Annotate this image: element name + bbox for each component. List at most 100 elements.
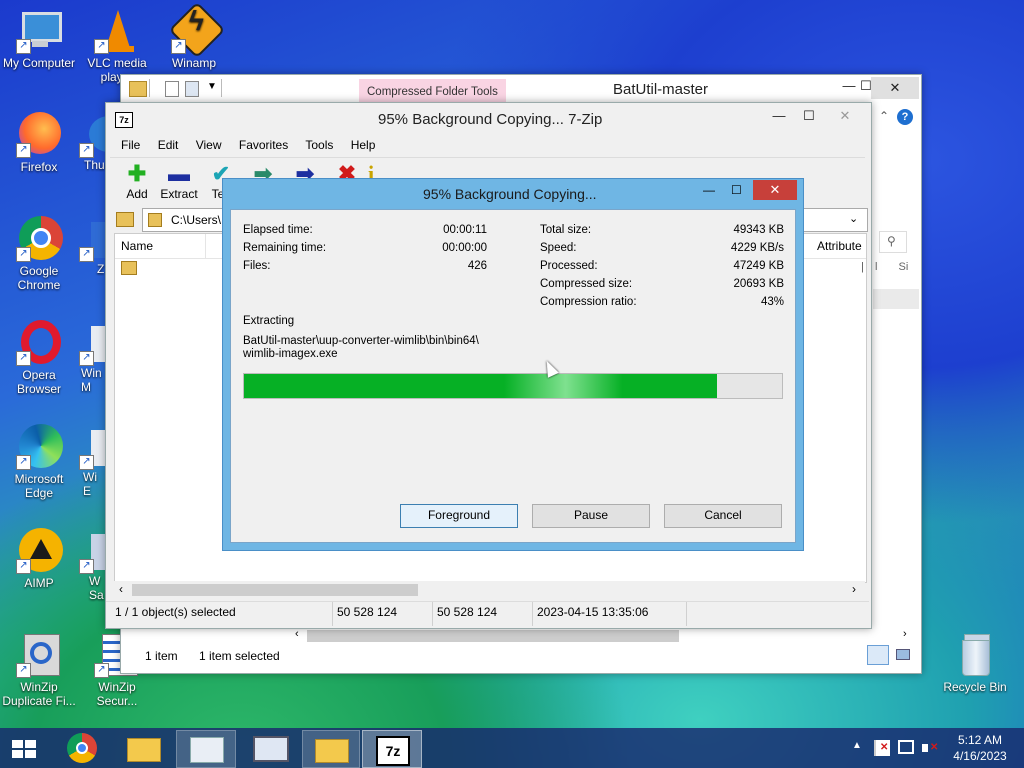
- taskbar-7zip[interactable]: 7z: [362, 730, 422, 768]
- divider: [149, 79, 150, 97]
- desktop-icon-thunderbird[interactable]: ↗ Thu: [79, 112, 107, 172]
- pause-button[interactable]: Pause: [532, 504, 650, 528]
- desktop-icon-winzip-duplicate[interactable]: ↗ WinZip Duplicate Fi...: [1, 632, 77, 708]
- shortcut-arrow-icon: ↗: [16, 143, 31, 158]
- menu-edit[interactable]: Edit: [158, 138, 179, 152]
- shortcut-arrow-icon: ↗: [16, 351, 31, 366]
- scroll-right-icon[interactable]: ›: [852, 582, 856, 596]
- show-hidden-icons-button[interactable]: ▲: [852, 740, 862, 751]
- remaining-time-value: 00:00:00: [442, 242, 487, 254]
- monitor-icon: [253, 736, 289, 762]
- divider: [110, 157, 865, 158]
- progress-dialog[interactable]: 95% Background Copying... — ☐ ✕ Elapsed …: [222, 178, 804, 551]
- desktop-icon-winamp[interactable]: ϟ ↗ Winamp: [156, 1, 232, 70]
- firefox-icon: ↗: [16, 112, 62, 158]
- clock-time: 5:12 AM: [957, 733, 1003, 747]
- speed-value: 4229 KB/s: [730, 242, 784, 254]
- shortcut-arrow-icon: ↗: [171, 39, 186, 54]
- shortcut-arrow-icon: ↗: [79, 351, 94, 366]
- dialog-close-button[interactable]: ✕: [753, 180, 797, 200]
- action-center-flag-icon[interactable]: ✕: [874, 740, 890, 756]
- processed-value: 47249 KB: [733, 260, 784, 272]
- toolbar-add-button[interactable]: ✚ Add: [114, 161, 160, 201]
- menu-tools[interactable]: Tools: [305, 138, 333, 152]
- sevenzip-app-icon: 7z: [115, 112, 133, 128]
- menu-favorites[interactable]: Favorites: [239, 138, 288, 152]
- volume-muted-icon[interactable]: ✕: [922, 740, 940, 756]
- column-header-attributes[interactable]: Attribute: [817, 239, 862, 253]
- clock[interactable]: 5:12 AM 4/16/2023: [944, 732, 1016, 764]
- desktop-icon-microsoft-edge[interactable]: ↗ Microsoft Edge: [1, 424, 77, 500]
- app-icon: ↗: [79, 216, 107, 262]
- shortcut-arrow-icon: ↗: [79, 143, 94, 158]
- edge-icon: ↗: [16, 424, 63, 470]
- desktop-icon-label: Thu: [84, 158, 105, 172]
- taskbar-explorer-window[interactable]: [302, 730, 360, 768]
- scroll-left-icon[interactable]: ‹: [119, 582, 123, 596]
- minimize-button[interactable]: —: [703, 183, 715, 197]
- taskbar-task-manager[interactable]: [176, 730, 236, 768]
- explorer-titlebar[interactable]: ▼ Compressed Folder Tools BatUtil-master…: [121, 75, 921, 105]
- shortcut-arrow-icon: ↗: [94, 663, 109, 678]
- column-fragment: Si: [898, 261, 909, 273]
- help-icon[interactable]: ?: [897, 109, 913, 125]
- scroll-right-icon[interactable]: ›: [903, 628, 907, 640]
- taskbar: 7z ▲ ✕ ✕ 5:12 AM 4/16/2023: [0, 728, 1024, 768]
- desktop-icon-opera[interactable]: ↗ Opera Browser: [1, 320, 77, 396]
- dialog-body: Elapsed time: 00:00:11 Remaining time: 0…: [230, 209, 796, 543]
- scroll-thumb[interactable]: [132, 584, 418, 596]
- status-item-count: 1 item: [145, 649, 178, 663]
- desktop-icon-partial-wi-e[interactable]: ↗ Wi E: [79, 424, 107, 498]
- chevron-down-icon[interactable]: ▼: [207, 81, 217, 92]
- maximize-button[interactable]: ☐: [731, 183, 742, 197]
- desktop-icon-aimp[interactable]: ↗ AIMP: [1, 528, 77, 590]
- new-folder-icon[interactable]: [185, 81, 199, 97]
- computer-icon: ↗: [16, 8, 62, 54]
- chevron-down-icon[interactable]: ⌄: [849, 212, 858, 225]
- large-icons-view-icon[interactable]: [893, 645, 911, 663]
- foreground-button[interactable]: Foreground: [400, 504, 518, 528]
- desktop-icon-partial-w-sa[interactable]: ↗ W Sa: [79, 528, 107, 602]
- explorer-h-scrollbar[interactable]: ‹ ›: [291, 627, 915, 645]
- desktop-icon-partial-win-m[interactable]: ↗ Win M: [79, 320, 107, 394]
- explorer-title: BatUtil-master: [613, 81, 709, 98]
- winzip-duplicate-icon: ↗: [16, 632, 62, 678]
- dialog-titlebar[interactable]: 95% Background Copying... — ☐ ✕: [223, 179, 803, 209]
- column-header-name[interactable]: Name: [121, 239, 153, 253]
- toolbar-extract-button[interactable]: ▬ Extract: [156, 161, 202, 201]
- search-icon[interactable]: ⚲: [879, 231, 907, 253]
- progress-bar-fill: [244, 374, 718, 398]
- desktop-icon-my-computer[interactable]: ↗ My Computer: [1, 8, 77, 70]
- taskbar-chrome[interactable]: [56, 730, 110, 766]
- menu-view[interactable]: View: [196, 138, 222, 152]
- menu-help[interactable]: Help: [351, 138, 376, 152]
- scroll-left-icon[interactable]: ‹: [295, 628, 299, 640]
- total-size-label: Total size:: [540, 224, 592, 236]
- desktop-icon-recycle-bin[interactable]: Recycle Bin: [937, 632, 1013, 694]
- chevron-up-icon[interactable]: ⌃: [879, 109, 889, 123]
- menu-file[interactable]: File: [121, 138, 140, 152]
- sevenzip-h-scrollbar[interactable]: ‹ ›: [114, 581, 865, 598]
- desktop-icon-google-chrome[interactable]: ↗ Google Chrome: [1, 216, 77, 292]
- taskbar-remote-desktop[interactable]: [240, 730, 298, 766]
- desktop-icon-label: Opera Browser: [16, 368, 61, 396]
- column-header-fragment[interactable]: l Si: [875, 261, 919, 283]
- desktop-icon-firefox[interactable]: ↗ Firefox: [1, 112, 77, 174]
- desktop-icon-partial-z[interactable]: ↗ Z: [79, 216, 107, 276]
- cancel-button[interactable]: Cancel: [664, 504, 782, 528]
- opera-icon: ↗: [16, 320, 62, 366]
- properties-icon[interactable]: [165, 81, 179, 97]
- network-icon[interactable]: [898, 740, 914, 754]
- desktop-icon-label: Google Chrome: [17, 264, 61, 292]
- details-view-icon[interactable]: [867, 645, 889, 665]
- scroll-thumb[interactable]: [307, 630, 679, 642]
- taskbar-file-explorer[interactable]: [116, 730, 170, 766]
- close-button[interactable]: ✕: [871, 77, 919, 99]
- close-button[interactable]: ✕: [822, 105, 868, 127]
- sevenzip-titlebar[interactable]: 7z 95% Background Copying... 7-Zip — ☐ ✕: [106, 103, 871, 135]
- vlc-cone-icon: ↗: [94, 8, 140, 54]
- desktop-icon-label: Microsoft Edge: [14, 472, 64, 500]
- progress-bar: [243, 373, 783, 399]
- start-button[interactable]: [0, 730, 48, 766]
- up-folder-button[interactable]: [114, 209, 136, 229]
